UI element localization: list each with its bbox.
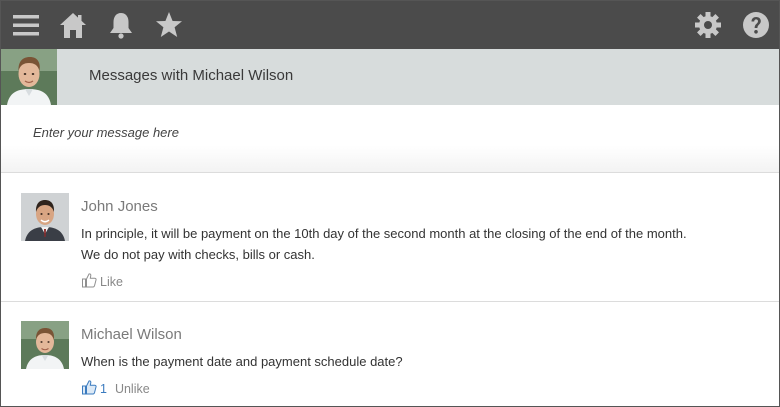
like-button[interactable]: Like (81, 272, 123, 291)
unlike-label: Unlike (114, 381, 150, 396)
star-icon[interactable] (154, 10, 184, 40)
post-message: In principle, it will be payment on the … (81, 223, 761, 265)
avatar[interactable] (21, 193, 69, 241)
top-navigation-bar (1, 1, 779, 49)
help-icon[interactable] (741, 10, 771, 40)
avatar[interactable] (1, 49, 57, 105)
avatar[interactable] (21, 321, 69, 369)
app-window: Messages with Michael Wilson John Jones … (0, 0, 780, 407)
post-message-line: In principle, it will be payment on the … (81, 226, 687, 241)
page-title: Messages with Michael Wilson (89, 67, 294, 84)
home-icon[interactable] (58, 10, 88, 40)
list-item: Michael Wilson When is the payment date … (1, 303, 779, 406)
gear-icon[interactable] (693, 10, 723, 40)
menu-icon[interactable] (11, 10, 41, 40)
message-composer (1, 105, 779, 173)
post-message: When is the payment date and payment sch… (81, 351, 761, 372)
post-message-line: When is the payment date and payment sch… (81, 354, 403, 369)
thumbs-up-icon (81, 379, 100, 398)
bell-icon[interactable] (106, 10, 136, 40)
list-item: John Jones In principle, it will be paym… (1, 174, 779, 302)
unlike-button[interactable]: 1 Unlike (81, 379, 150, 398)
like-label: Like (100, 274, 123, 289)
like-count: 1 (100, 381, 107, 396)
message-input[interactable] (33, 121, 733, 143)
thumbs-up-icon (81, 272, 100, 291)
post-author[interactable]: Michael Wilson (81, 326, 182, 343)
post-message-line: We do not pay with checks, bills or cash… (81, 247, 315, 262)
conversation-header: Messages with Michael Wilson (1, 49, 779, 105)
post-author[interactable]: John Jones (81, 198, 158, 215)
